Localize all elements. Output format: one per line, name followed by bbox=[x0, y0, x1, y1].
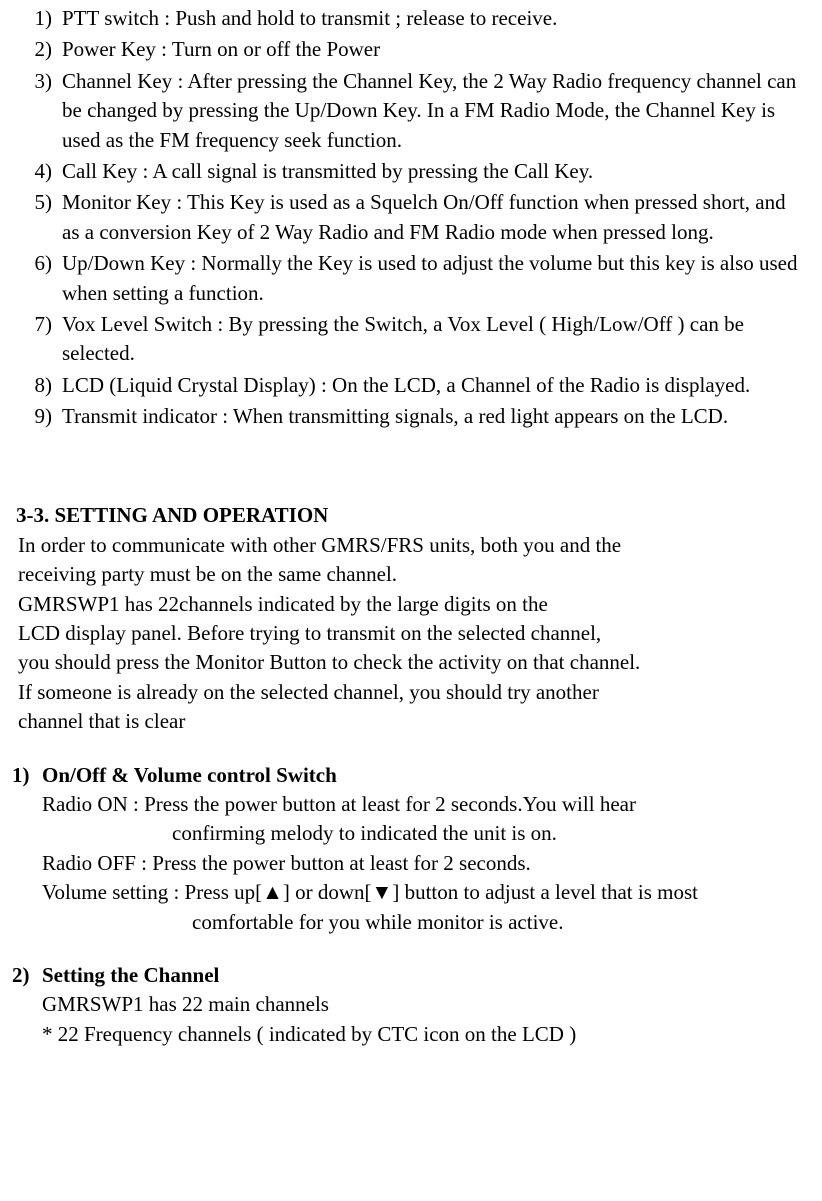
subsection-body: On/Off & Volume control Switch Radio ON … bbox=[42, 761, 802, 937]
item-text: Monitor Key : This Key is used as a Sque… bbox=[62, 188, 802, 247]
numbered-list: 1) PTT switch : Push and hold to transmi… bbox=[12, 4, 802, 431]
subsection-body: Setting the Channel GMRSWP1 has 22 main … bbox=[42, 961, 802, 1049]
list-item: 1) PTT switch : Push and hold to transmi… bbox=[12, 4, 802, 33]
list-item: 8) LCD (Liquid Crystal Display) : On the… bbox=[12, 371, 802, 400]
subsection-line-cont: comfortable for you while monitor is act… bbox=[42, 908, 802, 937]
item-text: Transmit indicator : When transmitting s… bbox=[62, 402, 802, 431]
item-text: Up/Down Key : Normally the Key is used t… bbox=[62, 249, 802, 308]
list-item: 5) Monitor Key : This Key is used as a S… bbox=[12, 188, 802, 247]
intro-paragraph: In order to communicate with other GMRS/… bbox=[12, 531, 802, 737]
list-item: 9) Transmit indicator : When transmittin… bbox=[12, 402, 802, 431]
subsection-title: Setting the Channel bbox=[42, 963, 219, 987]
item-number: 5) bbox=[12, 188, 62, 247]
subsection-line-cont: confirming melody to indicated the unit … bbox=[42, 819, 802, 848]
item-text: Call Key : A call signal is transmitted … bbox=[62, 157, 802, 186]
subsection-number: 2) bbox=[12, 961, 42, 1049]
section-heading: 3-3. SETTING AND OPERATION bbox=[12, 501, 802, 530]
item-number: 3) bbox=[12, 67, 62, 155]
item-number: 1) bbox=[12, 4, 62, 33]
intro-line: you should press the Monitor Button to c… bbox=[14, 648, 802, 677]
subsection-1: 1) On/Off & Volume control Switch Radio … bbox=[12, 761, 802, 937]
item-text: Power Key : Turn on or off the Power bbox=[62, 35, 802, 64]
item-number: 8) bbox=[12, 371, 62, 400]
intro-line: If someone is already on the selected ch… bbox=[14, 678, 802, 707]
subsection-line: Volume setting : Press up[▲] or down[▼] … bbox=[42, 878, 802, 907]
subsection-title: On/Off & Volume control Switch bbox=[42, 763, 337, 787]
list-item: 7) Vox Level Switch : By pressing the Sw… bbox=[12, 310, 802, 369]
subsection-number: 1) bbox=[12, 761, 42, 937]
intro-line: LCD display panel. Before trying to tran… bbox=[14, 619, 802, 648]
list-item: 2) Power Key : Turn on or off the Power bbox=[12, 35, 802, 64]
subsection-line: GMRSWP1 has 22 main channels bbox=[42, 990, 802, 1019]
item-number: 9) bbox=[12, 402, 62, 431]
item-number: 7) bbox=[12, 310, 62, 369]
subsection-line: Radio ON : Press the power button at lea… bbox=[42, 790, 802, 819]
item-number: 6) bbox=[12, 249, 62, 308]
item-number: 4) bbox=[12, 157, 62, 186]
item-text: LCD (Liquid Crystal Display) : On the LC… bbox=[62, 371, 802, 400]
subsection-line: * 22 Frequency channels ( indicated by C… bbox=[42, 1020, 802, 1049]
item-text: PTT switch : Push and hold to transmit ;… bbox=[62, 4, 802, 33]
subsection-line: Radio OFF : Press the power button at le… bbox=[42, 849, 802, 878]
list-item: 6) Up/Down Key : Normally the Key is use… bbox=[12, 249, 802, 308]
intro-line: channel that is clear bbox=[14, 707, 802, 736]
item-number: 2) bbox=[12, 35, 62, 64]
item-text: Channel Key : After pressing the Channel… bbox=[62, 67, 802, 155]
list-item: 3) Channel Key : After pressing the Chan… bbox=[12, 67, 802, 155]
list-item: 4) Call Key : A call signal is transmitt… bbox=[12, 157, 802, 186]
subsection-2: 2) Setting the Channel GMRSWP1 has 22 ma… bbox=[12, 961, 802, 1049]
intro-line: GMRSWP1 has 22channels indicated by the … bbox=[14, 590, 802, 619]
item-text: Vox Level Switch : By pressing the Switc… bbox=[62, 310, 802, 369]
intro-line: In order to communicate with other GMRS/… bbox=[14, 531, 802, 560]
intro-line: receiving party must be on the same chan… bbox=[14, 560, 802, 589]
